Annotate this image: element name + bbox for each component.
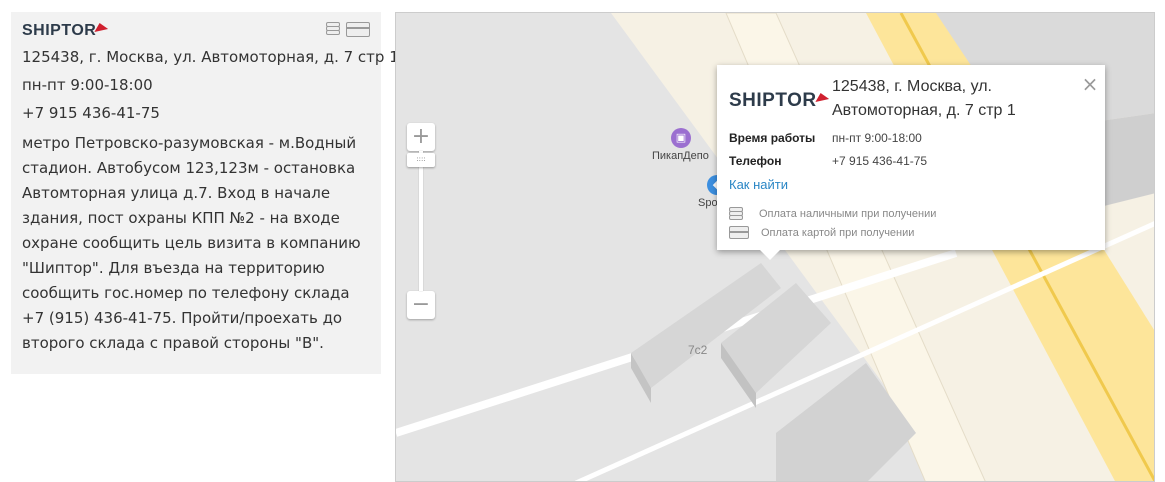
address-text: 125438, г. Москва, ул. Автомоторная, д. … xyxy=(22,48,399,66)
zoom-control: + :::: − xyxy=(407,123,435,319)
poi-label-pickup[interactable]: ПикапДепо xyxy=(652,150,709,162)
coins-icon xyxy=(326,22,340,36)
balloon-logo-text: SHIPTOR xyxy=(729,90,817,111)
pay-card-text: Оплата картой при получении xyxy=(761,226,915,239)
balloon-address: 125438, г. Москва, ул. Автомоторная, д. … xyxy=(832,78,1016,119)
map-balloon: SHIPTOR 125438, г. Москва, ул. Автомотор… xyxy=(717,65,1105,260)
zoom-slider-track xyxy=(419,151,423,291)
shiptor-logo: SHIPTOR xyxy=(22,20,370,42)
phone-text: +7 915 436-41-75 xyxy=(22,104,160,122)
logo-text: SHIPTOR xyxy=(22,22,97,39)
coins-icon xyxy=(729,207,747,221)
phone-label: Телефон xyxy=(729,154,782,168)
hours-label: Время работы xyxy=(729,131,816,145)
zoom-in-button[interactable]: + xyxy=(407,123,435,151)
pickup-icon[interactable]: ▣ xyxy=(671,128,691,148)
pay-cash-row: Оплата наличными при получении xyxy=(729,207,936,221)
card-icon xyxy=(346,22,370,37)
zoom-slider[interactable]: :::: xyxy=(407,151,435,291)
payment-icons xyxy=(326,22,370,37)
pay-cash-text: Оплата наличными при получении xyxy=(759,208,937,220)
card-icon xyxy=(729,226,749,239)
pay-card-row: Оплата картой при получении xyxy=(729,226,914,239)
hours-text: пн-пт 9:00-18:00 xyxy=(22,76,153,94)
zoom-out-button[interactable]: − xyxy=(407,291,435,319)
directions-text: метро Петровско-разумовская - м.Водный с… xyxy=(22,134,361,352)
how-to-find-link[interactable]: Как найти xyxy=(729,177,788,192)
close-icon[interactable]: × xyxy=(1081,74,1099,94)
hours-value: пн-пт 9:00-18:00 xyxy=(832,131,922,145)
balloon-logo-flag-icon xyxy=(815,92,833,102)
zoom-slider-handle[interactable]: :::: xyxy=(407,153,435,167)
poi-label-store[interactable]: Spo xyxy=(698,197,718,209)
pickup-point-info-panel: SHIPTOR 125438, г. Москва, ул. Автомотор… xyxy=(11,12,399,374)
map-view[interactable]: + :::: − ▣ ПикапДепо ◆ Spo 7с2 SHIPTOR 1… xyxy=(395,12,1155,482)
balloon-logo: SHIPTOR xyxy=(729,90,833,112)
logo-flag-icon xyxy=(94,22,112,32)
building-label: 7с2 xyxy=(688,343,708,357)
phone-value: +7 915 436-41-75 xyxy=(832,154,928,168)
balloon-tail xyxy=(760,250,780,260)
